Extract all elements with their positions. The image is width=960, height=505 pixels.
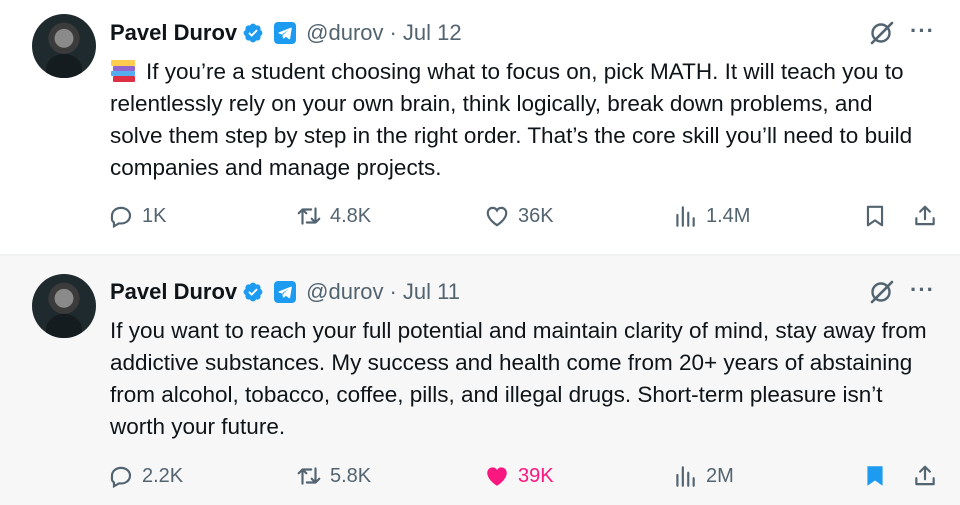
bookmark-filled-icon	[867, 466, 883, 486]
like-button[interactable]: 36K	[484, 203, 554, 229]
tweet-body: If you want to reach your full potential…	[110, 318, 927, 439]
reply-count: 2.2K	[142, 464, 184, 487]
share-icon	[915, 205, 935, 226]
reply-button[interactable]: 2.2K	[108, 463, 183, 489]
tweet-header: Pavel Durov @durov · Jul 11	[110, 277, 460, 307]
bookmark-icon	[866, 205, 884, 227]
views-button[interactable]: 1.4M	[672, 203, 750, 229]
like-count: 36K	[518, 204, 554, 227]
grok-icon[interactable]	[868, 277, 896, 305]
retweet-count: 4.8K	[330, 204, 372, 227]
share-button[interactable]	[912, 203, 938, 229]
verified-badge-icon[interactable]	[242, 281, 264, 303]
retweet-button[interactable]: 4.8K	[296, 203, 371, 229]
reply-icon	[110, 206, 132, 229]
author-name[interactable]: Pavel Durov	[110, 279, 237, 305]
retweet-count: 5.8K	[330, 464, 372, 487]
like-button[interactable]: 39K	[484, 463, 554, 489]
more-options-icon[interactable]: ···	[910, 20, 935, 42]
telegram-icon[interactable]	[274, 22, 297, 44]
bookmark-button[interactable]	[862, 203, 888, 229]
bookmark-button[interactable]	[862, 463, 888, 489]
avatar[interactable]	[32, 14, 96, 78]
retweet-icon	[297, 207, 321, 225]
tweet-date[interactable]: Jul 11	[403, 279, 460, 305]
separator: ·	[389, 279, 397, 304]
more-options-icon[interactable]: ···	[910, 279, 935, 301]
verified-badge-icon[interactable]	[242, 22, 264, 44]
views-icon	[676, 466, 695, 487]
author-name[interactable]: Pavel Durov	[110, 20, 237, 46]
heart-icon	[486, 206, 508, 227]
reply-count: 1K	[142, 204, 167, 227]
reply-button[interactable]: 1K	[108, 203, 166, 229]
tweet-text: If you want to reach your full potential…	[110, 315, 930, 443]
avatar[interactable]	[32, 274, 96, 338]
tweet-body: If you’re a student choosing what to foc…	[110, 59, 913, 180]
tweet-date[interactable]: Jul 12	[403, 20, 462, 46]
separator: ·	[389, 20, 397, 45]
tweet-header: Pavel Durov @durov · Jul 12	[110, 18, 462, 48]
views-button[interactable]: 2M	[672, 463, 734, 489]
books-emoji-icon	[111, 60, 135, 82]
tweet[interactable]: Pavel Durov @durov · Jul 11 ··· If you w…	[0, 255, 960, 505]
reply-icon	[110, 466, 132, 489]
tweet-actions: 1K 4.8K 36K 1.4M	[0, 203, 960, 233]
tweet-text: If you’re a student choosing what to foc…	[110, 56, 930, 184]
author-handle[interactable]: @durov	[306, 279, 383, 305]
share-button[interactable]	[912, 463, 938, 489]
views-count: 2M	[706, 464, 734, 487]
tweet[interactable]: Pavel Durov @durov · Jul 12 ··· If you’r…	[0, 0, 960, 255]
retweet-button[interactable]: 5.8K	[296, 463, 371, 489]
heart-filled-icon	[487, 467, 507, 486]
share-icon	[915, 465, 935, 486]
author-handle[interactable]: @durov	[306, 20, 383, 46]
retweet-icon	[297, 467, 321, 485]
views-count: 1.4M	[706, 204, 751, 227]
views-icon	[676, 206, 695, 227]
grok-icon[interactable]	[868, 18, 896, 46]
tweet-actions: 2.2K 5.8K 39K 2M	[0, 463, 960, 493]
like-count: 39K	[518, 464, 554, 487]
telegram-icon[interactable]	[274, 281, 297, 303]
